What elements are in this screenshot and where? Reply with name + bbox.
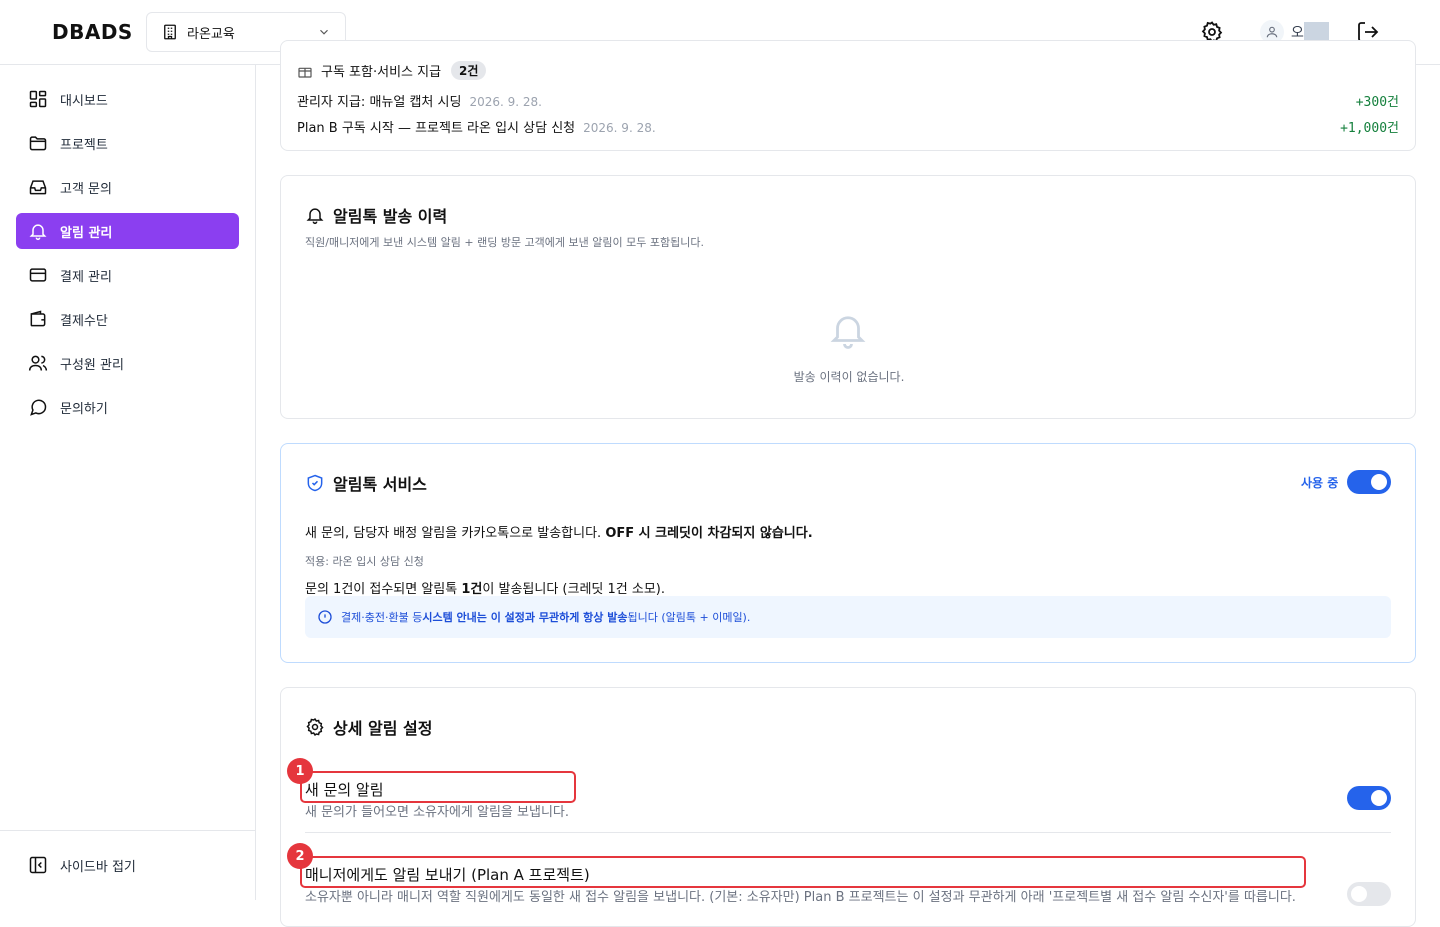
credit-history-card: 구독 포함·서비스 지급 2건 관리자 지급: 매뉴얼 캡처 시딩 2026. 9… [280, 40, 1416, 151]
user-icon [1266, 26, 1278, 38]
sidebar-item-contact[interactable]: 문의하기 [16, 389, 239, 425]
credit-group-badge: 2건 [451, 61, 487, 80]
system-notice-info-box: 결제·충전·환불 등 시스템 안내는 이 설정과 무관하게 항상 발송 됩니다 (… [305, 596, 1391, 638]
credit-group-header: 구독 포함·서비스 지급 2건 [297, 61, 487, 80]
service-status-label: 사용 중 [1301, 476, 1339, 490]
info-icon [318, 610, 332, 624]
sidebar-item-label: 대시보드 [60, 93, 108, 109]
credit-row-amount: +300건 [1355, 95, 1399, 110]
info-post: 됩니다 (알림톡 + 이메일). [627, 611, 751, 624]
sidebar-item-inquiries[interactable]: 고객 문의 [16, 169, 239, 205]
sidebar-item-label: 결제 관리 [60, 269, 112, 285]
credit-row: Plan B 구독 시작 — 프로젝트 라온 입시 상담 신청 2026. 9. … [297, 117, 656, 136]
manager-alert-setting-desc: 소유자뿐 아니라 매니저 역할 직원에게도 동일한 새 접수 알림을 보냅니다.… [305, 890, 1296, 905]
service-rule-pre: 문의 1건이 접수되면 알림톡 [305, 582, 462, 597]
sidebar-item-label: 고객 문의 [60, 181, 112, 197]
sidebar-item-billing[interactable]: 결제 관리 [16, 257, 239, 293]
dashboard-icon [29, 90, 47, 108]
info-bold: 시스템 안내는 이 설정과 무관하게 항상 발송 [422, 611, 628, 624]
bell-icon [29, 224, 47, 241]
service-rule: 문의 1건이 접수되면 알림톡 1건이 발송됩니다 (크레딧 1건 소모). [305, 578, 665, 597]
credit-group-label: 구독 포함·서비스 지급 [321, 65, 442, 80]
sidebar-item-projects[interactable]: 프로젝트 [16, 125, 239, 161]
inbox-icon [29, 180, 47, 195]
service-rule-post: 이 발송됩니다 (크레딧 1건 소모). [482, 582, 665, 597]
highlight-box-2 [300, 856, 1306, 888]
credit-row-text: 관리자 지급: 매뉴얼 캡처 시딩 [297, 95, 462, 110]
credit-row-amount: +1,000건 [1340, 121, 1399, 136]
detail-settings-card: 상세 알림 설정 새 문의 알림 새 문의가 들어오면 소유자에게 알림을 보냅… [280, 687, 1416, 927]
sidebar-item-payment-methods[interactable]: 결제수단 [16, 301, 239, 337]
credit-row: 관리자 지급: 매뉴얼 캡처 시딩 2026. 9. 28. [297, 91, 542, 110]
highlight-marker-1: 1 [287, 758, 313, 784]
history-title: 알림톡 발송 이력 [305, 203, 447, 227]
service-title: 알림톡 서비스 [305, 471, 427, 495]
history-subtitle: 직원/매니저에게 보낸 시스템 알림 + 랜딩 방문 고객에게 보낸 알림이 모… [305, 236, 704, 249]
sidebar-item-label: 프로젝트 [60, 137, 108, 153]
details-title: 상세 알림 설정 [305, 715, 432, 739]
highlight-box-1 [300, 771, 576, 803]
alimtalk-service-card: 알림톡 서비스 사용 중 새 문의, 담당자 배정 알림을 카카오톡으로 발송합… [280, 443, 1416, 663]
folder-icon [29, 136, 47, 151]
info-pre: 결제·충전·환불 등 [341, 611, 423, 624]
chat-icon [30, 399, 47, 416]
manager-alert-toggle[interactable] [1347, 882, 1391, 906]
sidebar-item-label: 구성원 관리 [60, 357, 124, 373]
chevron-down-icon [320, 29, 328, 35]
gear-icon [306, 718, 324, 736]
sidebar: 대시보드 프로젝트 고객 문의 알림 관리 결제 관리 결제수단 구성원 관리 … [0, 65, 256, 900]
alimtalk-history-card: 알림톡 발송 이력 직원/매니저에게 보낸 시스템 알림 + 랜딩 방문 고객에… [280, 175, 1416, 419]
credit-row-date: 2026. 9. 28. [583, 121, 656, 135]
sidebar-item-members[interactable]: 구성원 관리 [16, 345, 239, 381]
details-title-text: 상세 알림 설정 [333, 719, 433, 738]
new-inquiry-setting-desc: 새 문의가 들어오면 소유자에게 알림을 보냅니다. [305, 805, 569, 820]
sidebar-item-label: 문의하기 [60, 401, 108, 417]
sidebar-collapse-icon [29, 856, 47, 874]
gift-icon [298, 67, 312, 78]
credit-row-text: Plan B 구독 시작 — 프로젝트 라온 입시 상담 신청 [297, 121, 576, 136]
sidebar-item-dashboard[interactable]: 대시보드 [16, 81, 239, 117]
users-icon [28, 355, 48, 371]
building-icon [164, 24, 176, 40]
bell-icon [306, 208, 324, 225]
history-title-text: 알림톡 발송 이력 [333, 207, 448, 226]
service-description-text: 새 문의, 담당자 배정 알림을 카카오톡으로 발송합니다. [305, 526, 606, 541]
collapse-sidebar-label: 사이드바 접기 [60, 859, 136, 875]
empty-bell-icon [830, 316, 866, 349]
service-toggle[interactable] [1347, 470, 1391, 494]
new-inquiry-toggle[interactable] [1347, 786, 1391, 810]
highlight-marker-2: 2 [287, 843, 313, 869]
organization-name: 라온교육 [187, 26, 235, 42]
collapse-sidebar-button[interactable]: 사이드바 접기 [28, 855, 136, 875]
wallet-icon [30, 310, 46, 327]
service-description: 새 문의, 담당자 배정 알림을 카카오톡으로 발송합니다. OFF 시 크레딧… [305, 522, 813, 541]
user-name-redacted [1304, 22, 1329, 41]
sidebar-item-label: 알림 관리 [60, 225, 113, 241]
divider [305, 832, 1391, 833]
history-empty-text: 발송 이력이 없습니다. [793, 370, 905, 384]
sidebar-item-notifications[interactable]: 알림 관리 [16, 213, 239, 249]
service-title-text: 알림톡 서비스 [333, 475, 427, 494]
app-logo[interactable]: DBADS [52, 20, 133, 44]
shield-check-icon [307, 474, 323, 492]
sidebar-item-label: 결제수단 [60, 313, 108, 329]
credit-card-icon [29, 268, 47, 282]
credit-row-date: 2026. 9. 28. [469, 95, 542, 109]
service-applied: 적용: 라온 입시 상담 신청 [305, 555, 424, 568]
sidebar-footer: 사이드바 접기 [0, 830, 255, 900]
service-rule-bold: 1건 [461, 582, 483, 597]
service-description-bold: OFF 시 크레딧이 차감되지 않습니다. [605, 526, 813, 541]
user-name[interactable]: 오 [1291, 22, 1304, 42]
